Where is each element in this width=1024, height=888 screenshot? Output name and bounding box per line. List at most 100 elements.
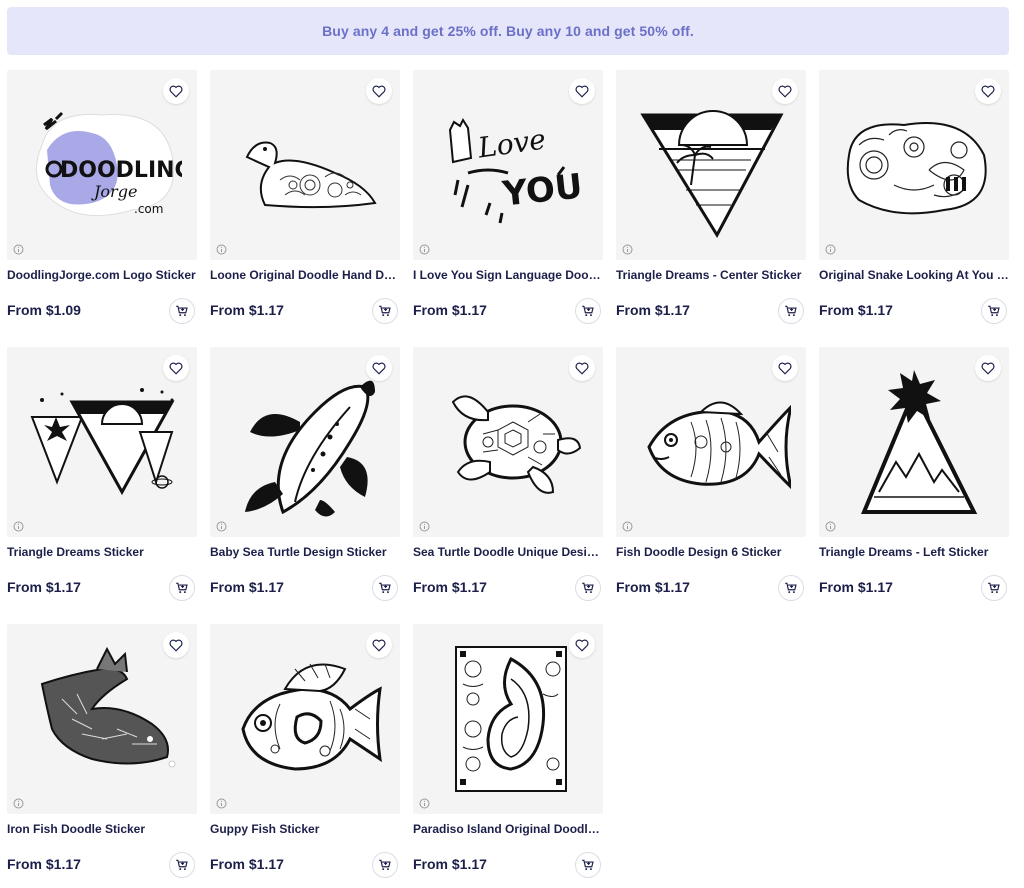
- product-price: From $1.17: [819, 302, 893, 318]
- sticker-snake-art: [846, 122, 987, 215]
- add-to-cart-icon: [379, 305, 391, 317]
- favorite-button[interactable]: [366, 355, 392, 381]
- favorite-button[interactable]: [772, 78, 798, 104]
- product-image[interactable]: [413, 347, 603, 537]
- product-grid: DOODLING Jorge .com DoodlingJorge.com Lo…: [7, 70, 1010, 878]
- info-icon[interactable]: [216, 798, 227, 809]
- product-card[interactable]: DOODLING Jorge .com DoodlingJorge.com Lo…: [7, 70, 197, 324]
- product-title[interactable]: Fish Doodle Design 6 Sticker: [616, 545, 806, 560]
- add-to-cart-icon: [785, 305, 797, 317]
- info-icon[interactable]: [13, 798, 24, 809]
- add-to-cart-button[interactable]: [372, 852, 398, 878]
- info-icon[interactable]: [622, 244, 633, 255]
- product-card[interactable]: Love YOU I Love You Sign Language Doodl.…: [413, 70, 603, 324]
- heart-icon: [778, 85, 792, 98]
- favorite-button[interactable]: [772, 355, 798, 381]
- product-title[interactable]: Iron Fish Doodle Sticker: [7, 822, 197, 837]
- product-image[interactable]: [210, 624, 400, 814]
- info-icon[interactable]: [825, 244, 836, 255]
- favorite-button[interactable]: [569, 78, 595, 104]
- product-image[interactable]: Love YOU: [413, 70, 603, 260]
- product-card[interactable]: Guppy Fish Sticker From $1.17: [210, 624, 400, 878]
- add-to-cart-icon: [379, 859, 391, 871]
- add-to-cart-button[interactable]: [575, 298, 601, 324]
- favorite-button[interactable]: [975, 78, 1001, 104]
- product-image[interactable]: [616, 70, 806, 260]
- product-title[interactable]: Triangle Dreams - Left Sticker: [819, 545, 1009, 560]
- heart-icon: [169, 362, 183, 375]
- product-price: From $1.17: [413, 302, 487, 318]
- product-title[interactable]: Paradiso Island Original Doodle ...: [413, 822, 603, 837]
- heart-icon: [778, 362, 792, 375]
- product-image[interactable]: DOODLING Jorge .com: [7, 70, 197, 260]
- product-image[interactable]: [819, 70, 1009, 260]
- product-card[interactable]: Baby Sea Turtle Design Sticker From $1.1…: [210, 347, 400, 601]
- product-image[interactable]: [413, 624, 603, 814]
- heart-icon: [372, 639, 386, 652]
- add-to-cart-button[interactable]: [981, 575, 1007, 601]
- product-card[interactable]: Fish Doodle Design 6 Sticker From $1.17: [616, 347, 806, 601]
- info-icon[interactable]: [622, 521, 633, 532]
- favorite-button[interactable]: [163, 78, 189, 104]
- art-text-you: YOU: [500, 166, 585, 214]
- add-to-cart-button[interactable]: [169, 852, 195, 878]
- add-to-cart-button[interactable]: [778, 298, 804, 324]
- product-card[interactable]: Original Snake Looking At You S... From …: [819, 70, 1009, 324]
- info-icon[interactable]: [419, 798, 430, 809]
- heart-icon: [981, 362, 995, 375]
- heart-icon: [372, 85, 386, 98]
- add-to-cart-button[interactable]: [372, 298, 398, 324]
- art-text-love: Love: [475, 122, 548, 164]
- product-title[interactable]: Triangle Dreams Sticker: [7, 545, 197, 560]
- product-card[interactable]: Triangle Dreams - Left Sticker From $1.1…: [819, 347, 1009, 601]
- info-icon[interactable]: [216, 244, 227, 255]
- product-image[interactable]: [7, 624, 197, 814]
- sticker-triangle-left-art: [861, 370, 978, 514]
- product-card[interactable]: Loone Original Doodle Hand Dra... From $…: [210, 70, 400, 324]
- product-price: From $1.17: [819, 579, 893, 595]
- add-to-cart-button[interactable]: [575, 852, 601, 878]
- favorite-button[interactable]: [163, 355, 189, 381]
- product-card[interactable]: Sea Turtle Doodle Unique Desig... From $…: [413, 347, 603, 601]
- product-card[interactable]: Paradiso Island Original Doodle ... From…: [413, 624, 603, 878]
- info-icon[interactable]: [419, 244, 430, 255]
- product-card[interactable]: Iron Fish Doodle Sticker From $1.17: [7, 624, 197, 878]
- add-to-cart-icon: [176, 582, 188, 594]
- product-title[interactable]: Guppy Fish Sticker: [210, 822, 400, 837]
- info-icon[interactable]: [419, 521, 430, 532]
- info-icon[interactable]: [13, 244, 24, 255]
- info-icon[interactable]: [13, 521, 24, 532]
- add-to-cart-button[interactable]: [169, 575, 195, 601]
- product-title[interactable]: DoodlingJorge.com Logo Sticker: [7, 268, 197, 283]
- product-card[interactable]: Triangle Dreams - Center Sticker From $1…: [616, 70, 806, 324]
- product-title[interactable]: Original Snake Looking At You S...: [819, 268, 1009, 283]
- add-to-cart-button[interactable]: [981, 298, 1007, 324]
- add-to-cart-button[interactable]: [169, 298, 195, 324]
- sticker-logo-art: DOODLING Jorge .com: [35, 111, 182, 217]
- product-title[interactable]: I Love You Sign Language Doodl...: [413, 268, 603, 283]
- product-image[interactable]: [7, 347, 197, 537]
- add-to-cart-button[interactable]: [372, 575, 398, 601]
- logo-text-doodling: DOODLING: [60, 158, 182, 183]
- product-title[interactable]: Loone Original Doodle Hand Dra...: [210, 268, 400, 283]
- product-title[interactable]: Triangle Dreams - Center Sticker: [616, 268, 806, 283]
- product-image[interactable]: [210, 70, 400, 260]
- product-card[interactable]: Triangle Dreams Sticker From $1.17: [7, 347, 197, 601]
- product-image[interactable]: [210, 347, 400, 537]
- favorite-button[interactable]: [569, 355, 595, 381]
- favorite-button[interactable]: [366, 632, 392, 658]
- product-title[interactable]: Sea Turtle Doodle Unique Desig...: [413, 545, 603, 560]
- sticker-iron-fish-art: [40, 646, 176, 768]
- info-icon[interactable]: [825, 521, 836, 532]
- add-to-cart-button[interactable]: [575, 575, 601, 601]
- favorite-button[interactable]: [366, 78, 392, 104]
- info-icon[interactable]: [216, 521, 227, 532]
- favorite-button[interactable]: [569, 632, 595, 658]
- product-image[interactable]: [616, 347, 806, 537]
- product-title[interactable]: Baby Sea Turtle Design Sticker: [210, 545, 400, 560]
- product-image[interactable]: [819, 347, 1009, 537]
- favorite-button[interactable]: [975, 355, 1001, 381]
- favorite-button[interactable]: [163, 632, 189, 658]
- add-to-cart-button[interactable]: [778, 575, 804, 601]
- product-price: From $1.17: [210, 579, 284, 595]
